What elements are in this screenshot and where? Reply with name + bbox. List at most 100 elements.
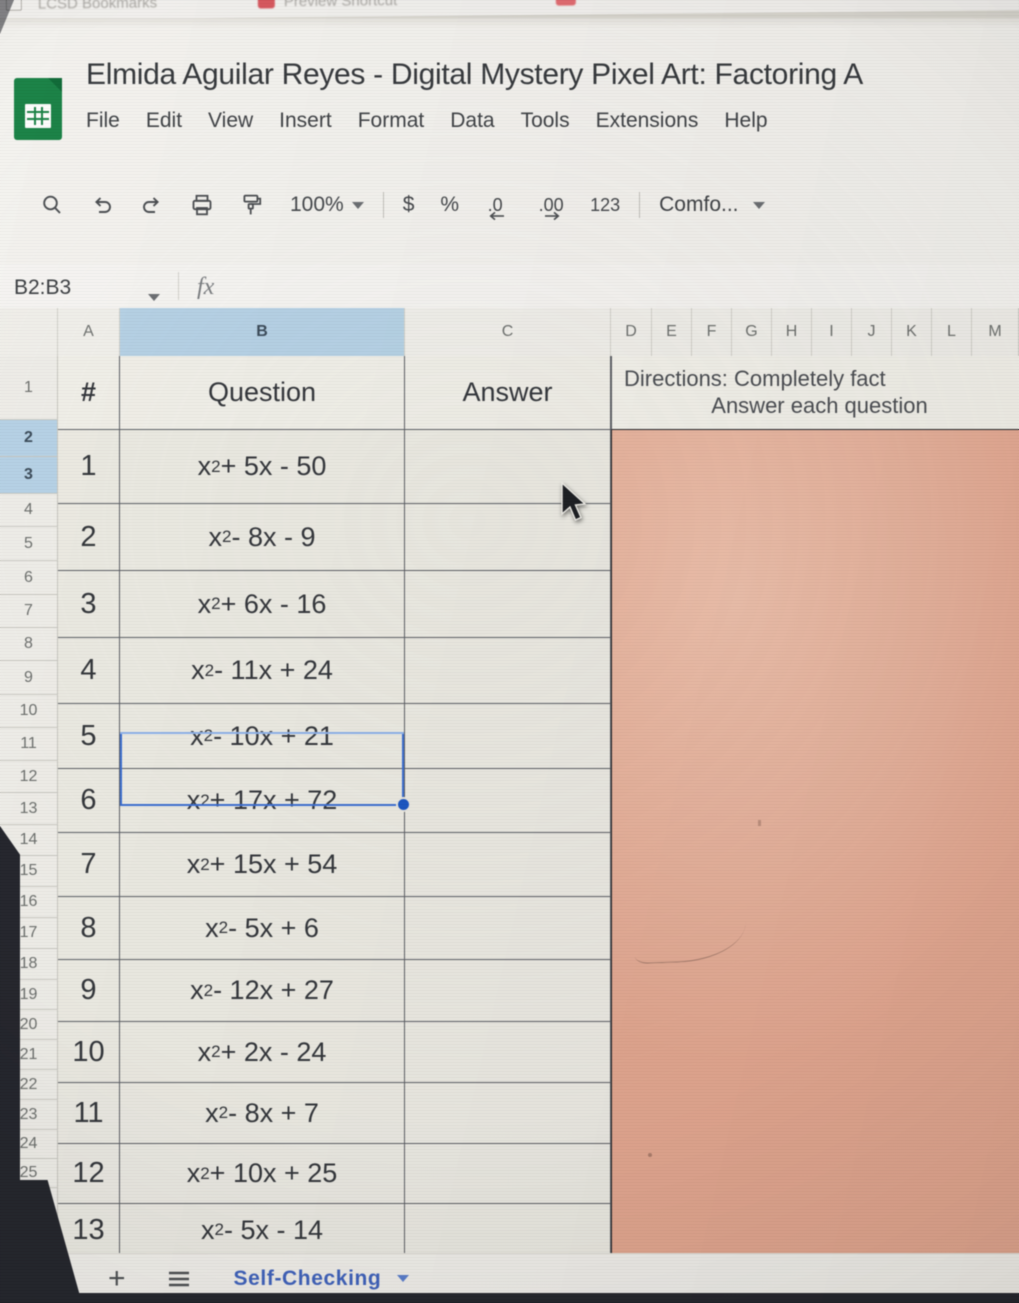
question-cell[interactable]: x2 - 5x - 14 bbox=[120, 1204, 405, 1253]
answer-cell[interactable] bbox=[405, 704, 611, 768]
column-header-l[interactable]: L bbox=[932, 308, 972, 356]
answer-cell[interactable] bbox=[405, 1204, 611, 1253]
row-header-21[interactable]: 21 bbox=[0, 1040, 58, 1070]
row-header-23[interactable]: 23 bbox=[0, 1100, 58, 1130]
name-box[interactable]: B2:B3 bbox=[14, 276, 71, 300]
name-box-chevron-down-icon[interactable] bbox=[148, 288, 160, 306]
font-selector[interactable]: Comfo... bbox=[659, 193, 765, 217]
answer-cell[interactable] bbox=[405, 638, 611, 703]
row-header-3[interactable]: 3 bbox=[0, 457, 58, 494]
table-row[interactable]: 6 x2 + 17x + 72 bbox=[58, 769, 611, 833]
directions-cell[interactable]: Directions: Completely fact Answer each … bbox=[611, 356, 1019, 430]
row-header-12[interactable]: 12 bbox=[0, 761, 58, 793]
answer-cell[interactable] bbox=[405, 833, 611, 896]
table-row[interactable]: 3 x2 + 6x - 16 bbox=[58, 571, 611, 638]
print-icon[interactable] bbox=[190, 193, 214, 217]
pixel-art-canvas[interactable] bbox=[611, 430, 1019, 1253]
redo-icon[interactable] bbox=[140, 193, 164, 217]
row-header-22[interactable]: 22 bbox=[0, 1070, 58, 1100]
answer-cell[interactable] bbox=[405, 897, 611, 959]
menu-item-format[interactable]: Format bbox=[358, 109, 425, 133]
column-header-k[interactable]: K bbox=[892, 308, 932, 356]
column-header-b[interactable]: B bbox=[120, 308, 405, 356]
row-header-13[interactable]: 13 bbox=[0, 793, 58, 825]
column-header-j[interactable]: J bbox=[852, 308, 892, 356]
menu-item-tools[interactable]: Tools bbox=[521, 109, 570, 133]
answer-cell[interactable] bbox=[405, 1144, 611, 1203]
menu-item-edit[interactable]: Edit bbox=[146, 109, 182, 133]
menu-item-file[interactable]: File bbox=[86, 109, 120, 133]
document-title[interactable]: Elmida Aguilar Reyes - Digital Mystery P… bbox=[86, 58, 1019, 92]
row-header-10[interactable]: 10 bbox=[0, 695, 58, 728]
row-header-19[interactable]: 19 bbox=[0, 980, 58, 1010]
column-header-i[interactable]: I bbox=[812, 308, 852, 356]
row-header-25[interactable]: 25 bbox=[0, 1159, 58, 1188]
answer-cell[interactable] bbox=[405, 1022, 611, 1082]
menu-item-view[interactable]: View bbox=[208, 109, 253, 133]
select-all-corner[interactable] bbox=[0, 308, 58, 356]
table-row[interactable]: 10 x2 + 2x - 24 bbox=[58, 1022, 611, 1083]
row-header-17[interactable]: 17 bbox=[0, 918, 58, 949]
google-sheets-icon[interactable] bbox=[14, 78, 62, 140]
row-header-1[interactable]: 1 bbox=[0, 356, 58, 420]
question-cell[interactable]: x2 - 11x + 24 bbox=[120, 638, 405, 703]
row-header-16[interactable]: 16 bbox=[0, 887, 58, 918]
row-header-26[interactable]: 26 bbox=[0, 1188, 58, 1217]
row-header-15[interactable]: 15 bbox=[0, 856, 58, 887]
row-header-27[interactable] bbox=[0, 1217, 58, 1231]
answer-cell[interactable] bbox=[405, 504, 611, 570]
question-cell[interactable]: x2 + 6x - 16 bbox=[120, 571, 405, 637]
decrease-decimal-button[interactable]: .0 bbox=[478, 195, 512, 220]
answer-cell[interactable] bbox=[405, 1083, 611, 1143]
increase-decimal-button[interactable]: .00 bbox=[531, 195, 571, 220]
row-header-20[interactable]: 20 bbox=[0, 1010, 58, 1040]
bookmark-preview[interactable]: Preview Shortcut bbox=[284, 0, 398, 10]
menu-item-extensions[interactable]: Extensions bbox=[596, 109, 699, 133]
menu-item-data[interactable]: Data bbox=[450, 109, 494, 133]
table-row[interactable]: 12 x2 + 10x + 25 bbox=[58, 1144, 611, 1204]
bookmark-lcsd[interactable]: LCSD Bookmarks bbox=[38, 0, 157, 13]
question-cell[interactable]: x2 - 8x - 9 bbox=[120, 504, 405, 570]
question-cell[interactable]: x2 + 5x - 50 bbox=[120, 430, 405, 503]
zoom-selector[interactable]: 100% bbox=[290, 193, 364, 217]
table-row[interactable]: 13 x2 - 5x - 14 bbox=[58, 1204, 611, 1253]
column-header-d[interactable]: D bbox=[611, 308, 652, 356]
menu-item-insert[interactable]: Insert bbox=[279, 109, 332, 133]
row-header-4[interactable]: 4 bbox=[0, 494, 58, 527]
menu-item-help[interactable]: Help bbox=[724, 109, 767, 133]
table-row[interactable]: 5 x2 - 10x + 21 bbox=[58, 704, 611, 769]
all-sheets-hamburger-menu-icon[interactable] bbox=[166, 1269, 192, 1289]
column-header-h[interactable]: H bbox=[772, 308, 812, 356]
column-header-f[interactable]: F bbox=[692, 308, 732, 356]
question-cell[interactable]: x2 + 15x + 54 bbox=[120, 833, 405, 896]
answer-cell[interactable] bbox=[405, 769, 611, 832]
table-row[interactable]: 2 x2 - 8x - 9 bbox=[58, 504, 611, 571]
column-header-c[interactable]: C bbox=[405, 308, 611, 356]
row-header-5[interactable]: 5 bbox=[0, 527, 58, 561]
row-header-8[interactable]: 8 bbox=[0, 628, 58, 661]
fill-handle[interactable] bbox=[396, 797, 411, 812]
undo-icon[interactable] bbox=[90, 193, 114, 217]
question-cell[interactable]: x2 - 10x + 21 bbox=[120, 704, 405, 768]
row-header-18[interactable]: 18 bbox=[0, 949, 58, 980]
table-row[interactable]: 8 x2 - 5x + 6 bbox=[58, 897, 611, 960]
table-row[interactable]: 1 x2 + 5x - 50 bbox=[58, 430, 611, 504]
table-row[interactable]: 9 x2 - 12x + 27 bbox=[58, 960, 611, 1022]
question-cell[interactable]: x2 - 8x + 7 bbox=[120, 1083, 405, 1143]
search-icon[interactable] bbox=[40, 193, 64, 217]
fx-icon[interactable]: fx bbox=[197, 274, 214, 301]
row-header-11[interactable]: 11 bbox=[0, 728, 58, 761]
add-sheet-button[interactable]: + bbox=[108, 1263, 126, 1294]
table-row[interactable]: 4 x2 - 11x + 24 bbox=[58, 638, 611, 704]
question-cell[interactable]: x2 + 2x - 24 bbox=[120, 1022, 405, 1082]
column-header-g[interactable]: G bbox=[732, 308, 772, 356]
answer-cell[interactable] bbox=[405, 430, 611, 503]
row-header-9[interactable]: 9 bbox=[0, 661, 58, 695]
answer-cell[interactable] bbox=[405, 960, 611, 1021]
column-header-a[interactable]: A bbox=[58, 308, 120, 356]
spreadsheet-grid[interactable]: A B C D E F G H I J K L M 1 2 3 4 5 6 7 … bbox=[0, 308, 1019, 1253]
chevron-down-icon[interactable] bbox=[397, 1275, 410, 1282]
cell-area[interactable]: # Question Answer 1 x2 + 5x - 50 2 x2 - … bbox=[58, 356, 1019, 1253]
column-header-e[interactable]: E bbox=[652, 308, 692, 356]
paint-format-icon[interactable] bbox=[240, 193, 264, 217]
